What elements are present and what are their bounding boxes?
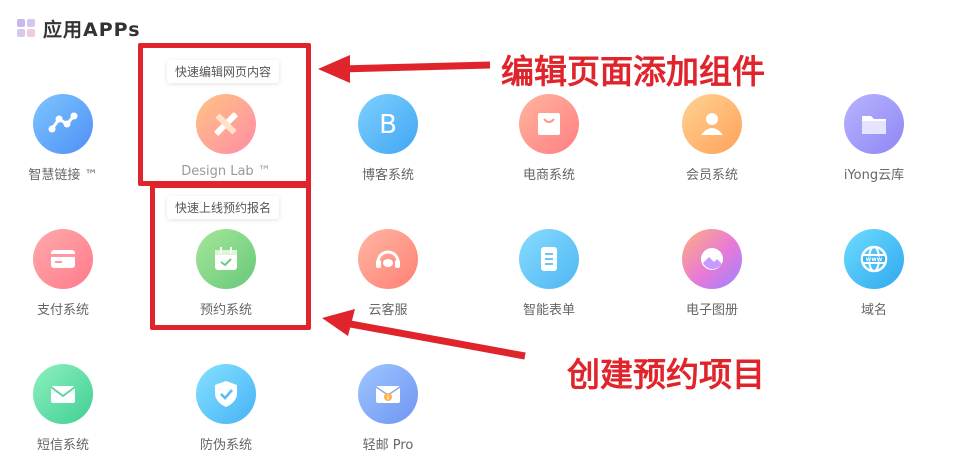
bottom-arrow xyxy=(322,309,526,360)
top-arrow xyxy=(318,55,491,83)
annotation-arrows xyxy=(318,55,526,360)
annotation-top: 编辑页面添加组件 xyxy=(501,52,765,91)
annotation-bottom: 创建预约项目 xyxy=(567,355,765,394)
